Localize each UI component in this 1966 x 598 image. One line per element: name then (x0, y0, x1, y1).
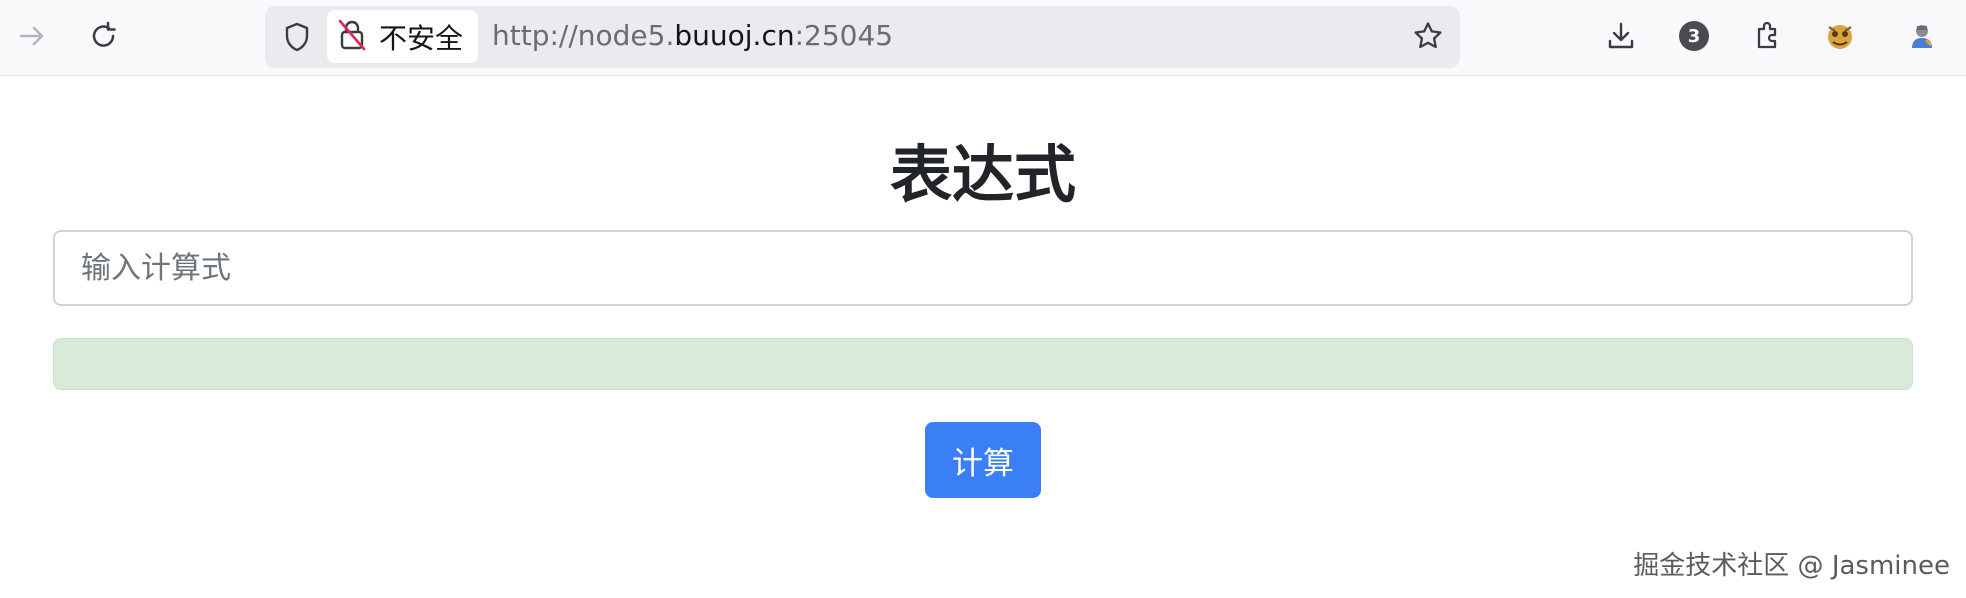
profile-avatar-icon[interactable] (1900, 14, 1944, 58)
url-scheme: http://node5. (492, 19, 675, 52)
browser-toolbar: 不安全 http://node5.buuoj.cn:25045 3 (0, 0, 1966, 76)
notification-badge[interactable]: 3 (1672, 14, 1716, 58)
expression-input[interactable] (53, 230, 1913, 306)
url-text[interactable]: http://node5.buuoj.cn:25045 (492, 18, 893, 54)
reload-icon[interactable] (82, 14, 126, 58)
forward-icon[interactable] (10, 14, 54, 58)
download-icon[interactable] (1599, 14, 1643, 58)
security-indicator[interactable]: 不安全 (327, 10, 478, 63)
bookmark-star-icon[interactable] (1406, 14, 1450, 58)
shield-icon[interactable] (275, 15, 319, 59)
url-host: buuoj.cn (674, 19, 795, 52)
url-port: :25045 (794, 19, 894, 52)
extension-avatar-icon[interactable] (1818, 14, 1862, 58)
watermark: 掘金技术社区 @ Jasminee (1633, 551, 1950, 581)
result-alert (53, 338, 1913, 390)
security-label: 不安全 (379, 21, 464, 55)
page-title: 表达式 (889, 138, 1076, 211)
calculate-button[interactable]: 计算 (925, 422, 1041, 498)
notification-count: 3 (1679, 21, 1709, 51)
insecure-lock-icon (337, 18, 367, 56)
extensions-icon[interactable] (1745, 14, 1789, 58)
